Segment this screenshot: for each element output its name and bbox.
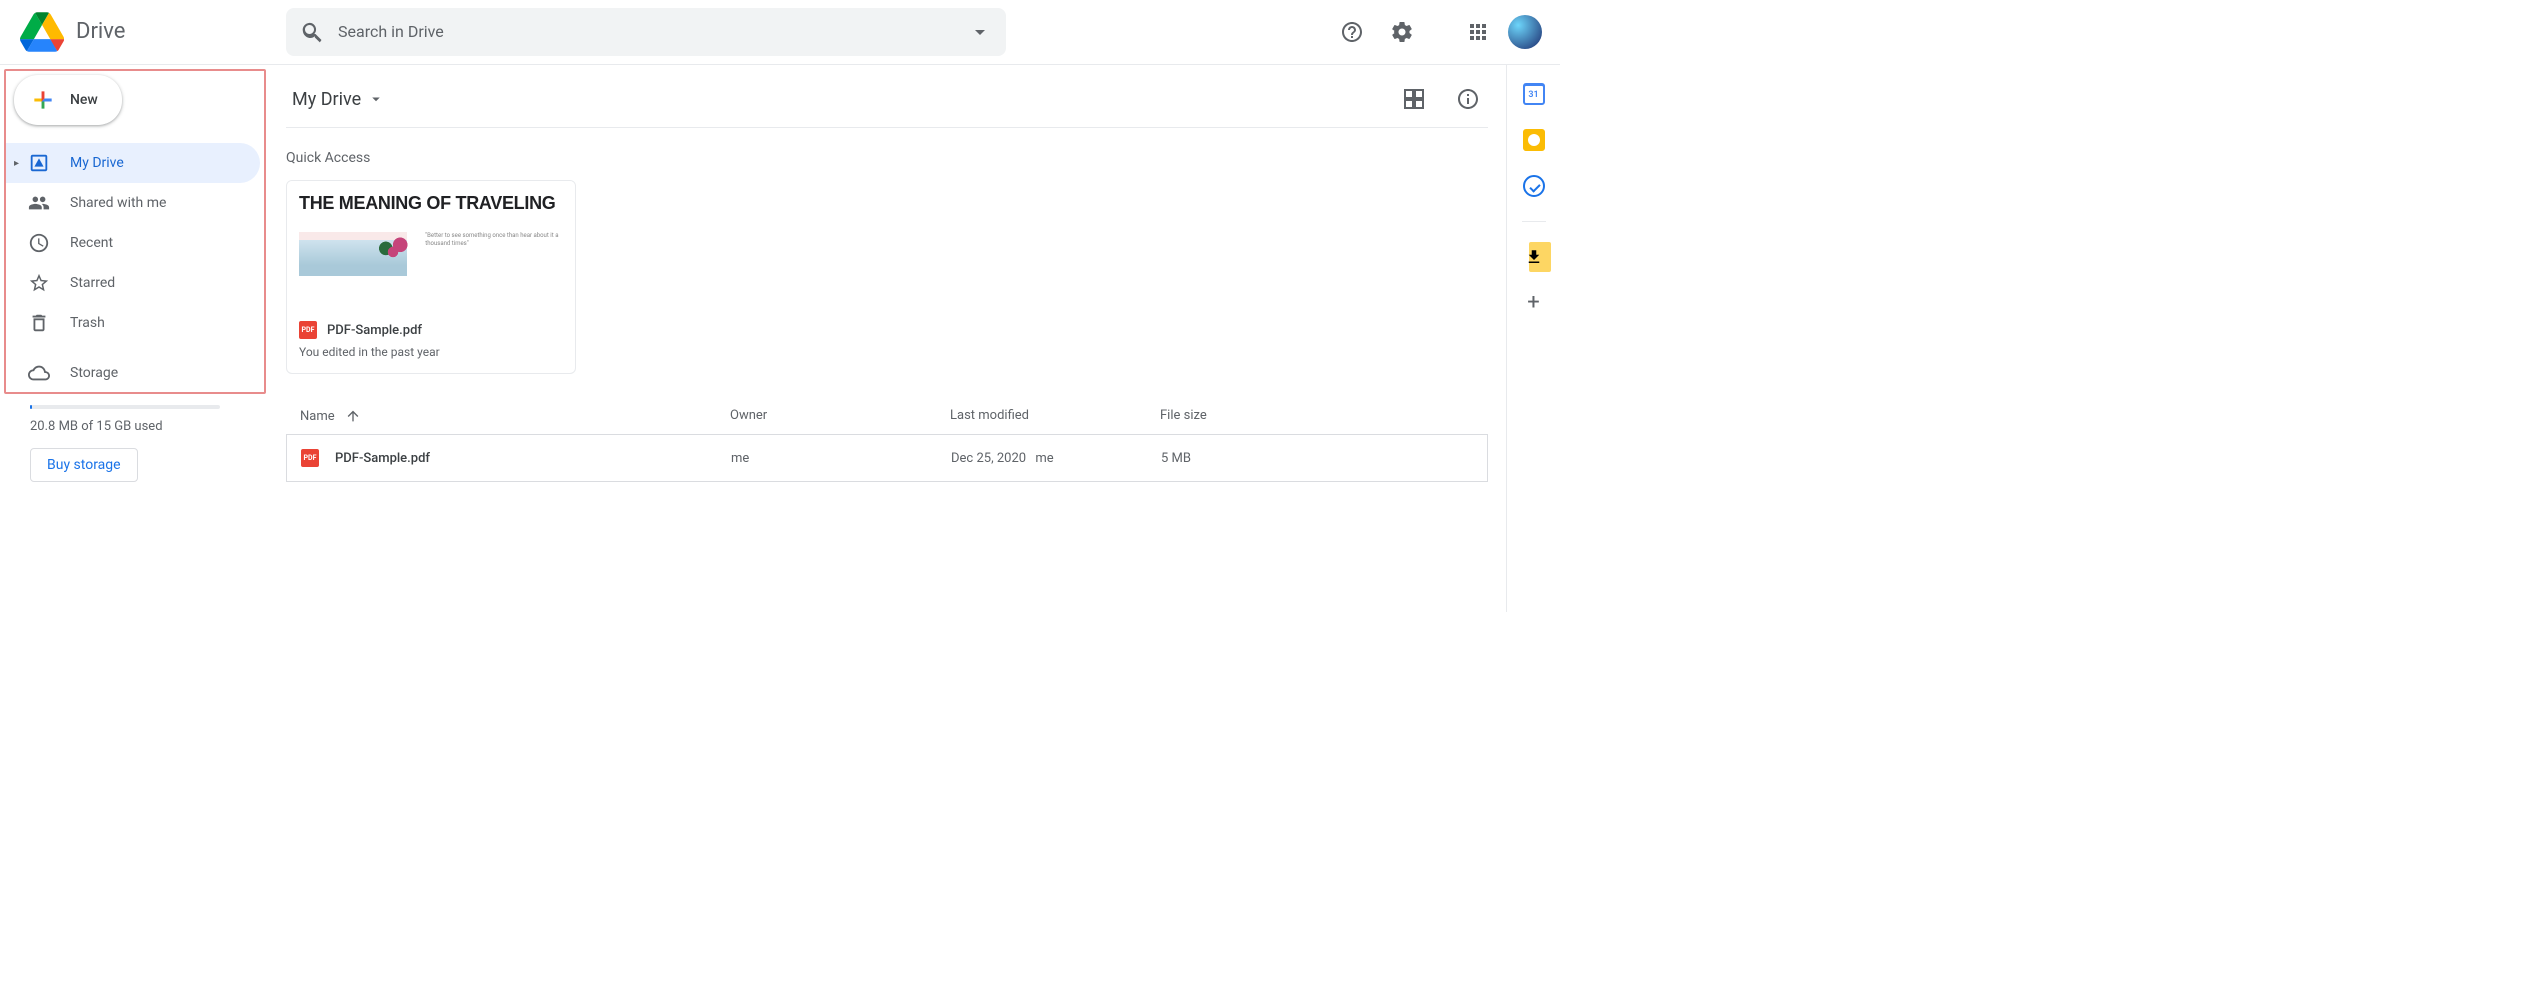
col-size[interactable]: File size [1160, 408, 1474, 424]
shared-icon [28, 192, 50, 214]
keep-app-icon[interactable] [1523, 129, 1545, 151]
row-size: 5 MB [1161, 451, 1473, 466]
storage-used-text: 20.8 MB of 15 GB used [30, 419, 260, 434]
grid-icon [1402, 87, 1426, 111]
info-icon [1456, 87, 1480, 111]
details-button[interactable] [1448, 79, 1488, 119]
cloud-icon [28, 362, 50, 384]
nav-my-drive[interactable]: ▸ My Drive [6, 143, 260, 183]
nav-label: Shared with me [70, 195, 166, 211]
apps-button[interactable] [1458, 12, 1498, 52]
main-header: My Drive [286, 79, 1488, 128]
nav-starred[interactable]: Starred [6, 263, 260, 303]
my-drive-icon [28, 152, 50, 174]
recent-icon [28, 232, 50, 254]
help-icon [1340, 20, 1364, 44]
nav-label: Trash [70, 315, 105, 331]
qa-thumbnail: THE MEANING OF TRAVELING "Better to see … [287, 181, 575, 311]
pdf-icon: PDF [299, 321, 317, 339]
account-avatar[interactable] [1508, 15, 1542, 49]
nav-label: Storage [70, 365, 118, 381]
side-panel-divider [1522, 221, 1546, 222]
add-panel-button[interactable]: + [1527, 292, 1539, 314]
app-name: Drive [76, 19, 125, 44]
calendar-app-icon[interactable] [1523, 83, 1545, 105]
col-name[interactable]: Name [300, 408, 730, 424]
new-button[interactable]: New [14, 75, 122, 125]
table-header: Name Owner Last modified File size [286, 408, 1488, 434]
qa-subtitle: You edited in the past year [299, 345, 563, 359]
nav-label: My Drive [70, 155, 124, 171]
settings-button[interactable] [1382, 12, 1422, 52]
tasks-app-icon[interactable] [1523, 175, 1545, 197]
nav: ▸ My Drive Shared with me Recent Starred… [6, 143, 260, 343]
main: My Drive Quick Access THE MEANING OF TRA… [260, 65, 1506, 612]
qa-thumb-quote: "Better to see something once than hear … [425, 232, 563, 248]
help-button[interactable] [1332, 12, 1372, 52]
nav-shared[interactable]: Shared with me [6, 183, 260, 223]
nav-recent[interactable]: Recent [6, 223, 260, 263]
breadcrumb[interactable]: My Drive [286, 85, 391, 114]
nav-label: Recent [70, 235, 113, 251]
row-owner: me [731, 451, 951, 466]
nav-storage[interactable]: Storage [6, 353, 260, 393]
header-actions [1332, 12, 1552, 52]
drive-logo-icon [20, 12, 64, 52]
search-icon [300, 20, 324, 44]
star-icon [28, 272, 50, 294]
col-modified[interactable]: Last modified [950, 408, 1160, 424]
nav-trash[interactable]: Trash [6, 303, 260, 343]
header: Drive [0, 0, 1560, 64]
search-input[interactable] [338, 22, 968, 41]
sort-arrow-icon [345, 408, 361, 424]
sidebar: New ▸ My Drive Shared with me Recent Sta… [0, 65, 260, 612]
grid-view-button[interactable] [1394, 79, 1434, 119]
logo[interactable]: Drive [8, 12, 268, 52]
file-row[interactable]: PDF PDF-Sample.pdf me Dec 25, 2020 me 5 … [286, 434, 1488, 482]
side-panel: + [1506, 65, 1560, 612]
storage-bar [30, 405, 220, 409]
buy-storage-button[interactable]: Buy storage [30, 448, 138, 482]
gear-icon [1390, 20, 1414, 44]
qa-thumb-heading: THE MEANING OF TRAVELING [299, 193, 563, 214]
storage-section: Storage 20.8 MB of 15 GB used Buy storag… [6, 353, 260, 482]
download-app-icon[interactable] [1523, 246, 1545, 268]
breadcrumb-label: My Drive [292, 89, 361, 110]
new-button-label: New [70, 92, 98, 108]
chevron-down-icon [367, 90, 385, 108]
trash-icon [28, 312, 50, 334]
qa-file-name-row: PDF PDF-Sample.pdf [299, 321, 563, 339]
nav-label: Starred [70, 275, 115, 291]
pdf-icon: PDF [301, 449, 319, 467]
apps-icon [1466, 20, 1490, 44]
search-bar[interactable] [286, 8, 1006, 56]
search-options-icon[interactable] [968, 20, 992, 44]
quick-access-title: Quick Access [286, 150, 1488, 166]
col-owner[interactable]: Owner [730, 408, 950, 424]
file-name: PDF-Sample.pdf [335, 451, 430, 466]
expand-icon[interactable]: ▸ [14, 158, 19, 169]
row-modified: Dec 25, 2020 me [951, 451, 1161, 466]
qa-thumb-image [299, 232, 407, 276]
quick-access-card[interactable]: THE MEANING OF TRAVELING "Better to see … [286, 180, 576, 374]
qa-file-name: PDF-Sample.pdf [327, 323, 422, 338]
qa-meta: PDF PDF-Sample.pdf You edited in the pas… [287, 311, 575, 373]
plus-icon [30, 87, 56, 113]
row-name: PDF PDF-Sample.pdf [301, 449, 731, 467]
